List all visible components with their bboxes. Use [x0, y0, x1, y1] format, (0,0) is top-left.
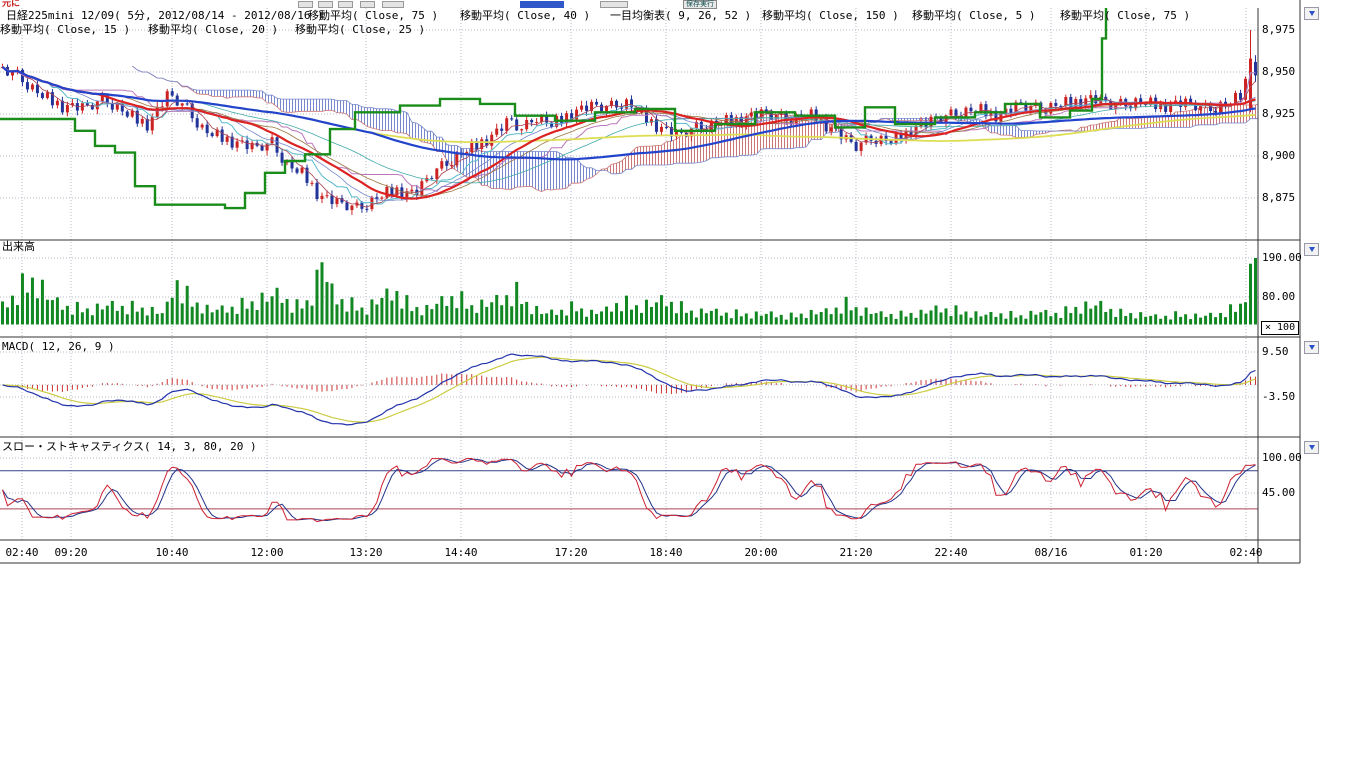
- time-axis-label: 02:40: [1229, 546, 1262, 559]
- chevron-down-icon: [1309, 445, 1315, 450]
- price-axis-label: 8,950: [1262, 65, 1295, 78]
- toolbar-button[interactable]: [298, 1, 313, 8]
- legend-item: 移動平均( Close, 40 ): [460, 9, 590, 22]
- legend-item: 移動平均( Close, 150 ): [762, 9, 899, 22]
- time-axis-label: 22:40: [934, 546, 967, 559]
- candlestick-series: [1, 30, 1257, 215]
- save-run-button[interactable]: 保存実行: [683, 0, 717, 9]
- time-axis-label: 20:00: [744, 546, 777, 559]
- chart-application-window: 元に 保存実行 出来高 MACD( 12, 26, 9 ) スロー・ストキャステ…: [0, 0, 1366, 768]
- moving-average-lines: [3, 66, 1256, 207]
- macd-axis-label: -3.50: [1262, 390, 1295, 403]
- toolbar: 元に 保存実行: [0, 0, 1366, 9]
- macd-pane-label: MACD( 12, 26, 9 ): [2, 340, 115, 353]
- time-axis-label: 14:40: [444, 546, 477, 559]
- time-axis-label: 21:20: [839, 546, 872, 559]
- time-axis-label: 10:40: [155, 546, 188, 559]
- time-axis-label: 13:20: [349, 546, 382, 559]
- toolbar-button[interactable]: [338, 1, 353, 8]
- stoch-axis-label: 100.00: [1262, 451, 1302, 464]
- toolbar-button[interactable]: [600, 1, 628, 8]
- time-axis-label: 18:40: [649, 546, 682, 559]
- legend-item: 移動平均( Close, 75 ): [1060, 9, 1190, 22]
- stochastics-pane: [0, 459, 1258, 522]
- legend-item: 移動平均( Close, 25 ): [295, 23, 425, 36]
- legend-item: 日経225mini 12/09( 5分, 2012/08/14 - 2012/0…: [6, 9, 324, 22]
- time-axis-label: 02:40: [5, 546, 38, 559]
- pane-dropdown-button[interactable]: [1304, 7, 1319, 20]
- volume-axis-label: 80.00: [1262, 290, 1295, 303]
- time-axis-label: 01:20: [1129, 546, 1162, 559]
- legend-item: 移動平均( Close, 75 ): [308, 9, 438, 22]
- price-axis-label: 8,925: [1262, 107, 1295, 120]
- time-axis-label: 09:20: [54, 546, 87, 559]
- price-axis-label: 8,875: [1262, 191, 1295, 204]
- legend-item: 移動平均( Close, 15 ): [0, 23, 130, 36]
- chevron-down-icon: [1309, 11, 1315, 16]
- legend-item: 一目均衡表( 9, 26, 52 ): [610, 9, 751, 22]
- chevron-down-icon: [1309, 345, 1315, 350]
- toolbar-button[interactable]: [360, 1, 375, 8]
- pane-dropdown-button[interactable]: [1304, 341, 1319, 354]
- legend-item: 移動平均( Close, 5 ): [912, 9, 1035, 22]
- chart-canvas: [0, 0, 1320, 570]
- macd-pane: [3, 354, 1256, 425]
- toolbar-button[interactable]: [318, 1, 333, 8]
- pane-dropdown-button[interactable]: [1304, 441, 1319, 454]
- stoch-axis-label: 45.00: [1262, 486, 1295, 499]
- pane-separators: [0, 0, 1300, 563]
- macd-axis-label: 9.50: [1262, 345, 1289, 358]
- toolbar-button[interactable]: [382, 1, 404, 8]
- volume-series: [1, 258, 1257, 325]
- volume-pane-label: 出来高: [2, 240, 35, 253]
- legend-item: 移動平均( Close, 20 ): [148, 23, 278, 36]
- undo-button[interactable]: 元に: [2, 0, 20, 9]
- volume-multiplier-badge: × 100: [1261, 321, 1299, 335]
- volume-axis-label: 190.00: [1262, 251, 1302, 264]
- price-axis-label: 8,900: [1262, 149, 1295, 162]
- time-axis-label: 12:00: [250, 546, 283, 559]
- stoch-pane-label: スロー・ストキャスティクス( 14, 3, 80, 20 ): [2, 440, 257, 453]
- ichimoku-cloud: [132, 66, 1320, 192]
- chevron-down-icon: [1309, 247, 1315, 252]
- time-axis-label: 17:20: [554, 546, 587, 559]
- pane-dropdown-button[interactable]: [1304, 243, 1319, 256]
- time-axis-label: 08/16: [1034, 546, 1067, 559]
- period-dropdown[interactable]: [520, 1, 564, 8]
- price-axis-label: 8,975: [1262, 23, 1295, 36]
